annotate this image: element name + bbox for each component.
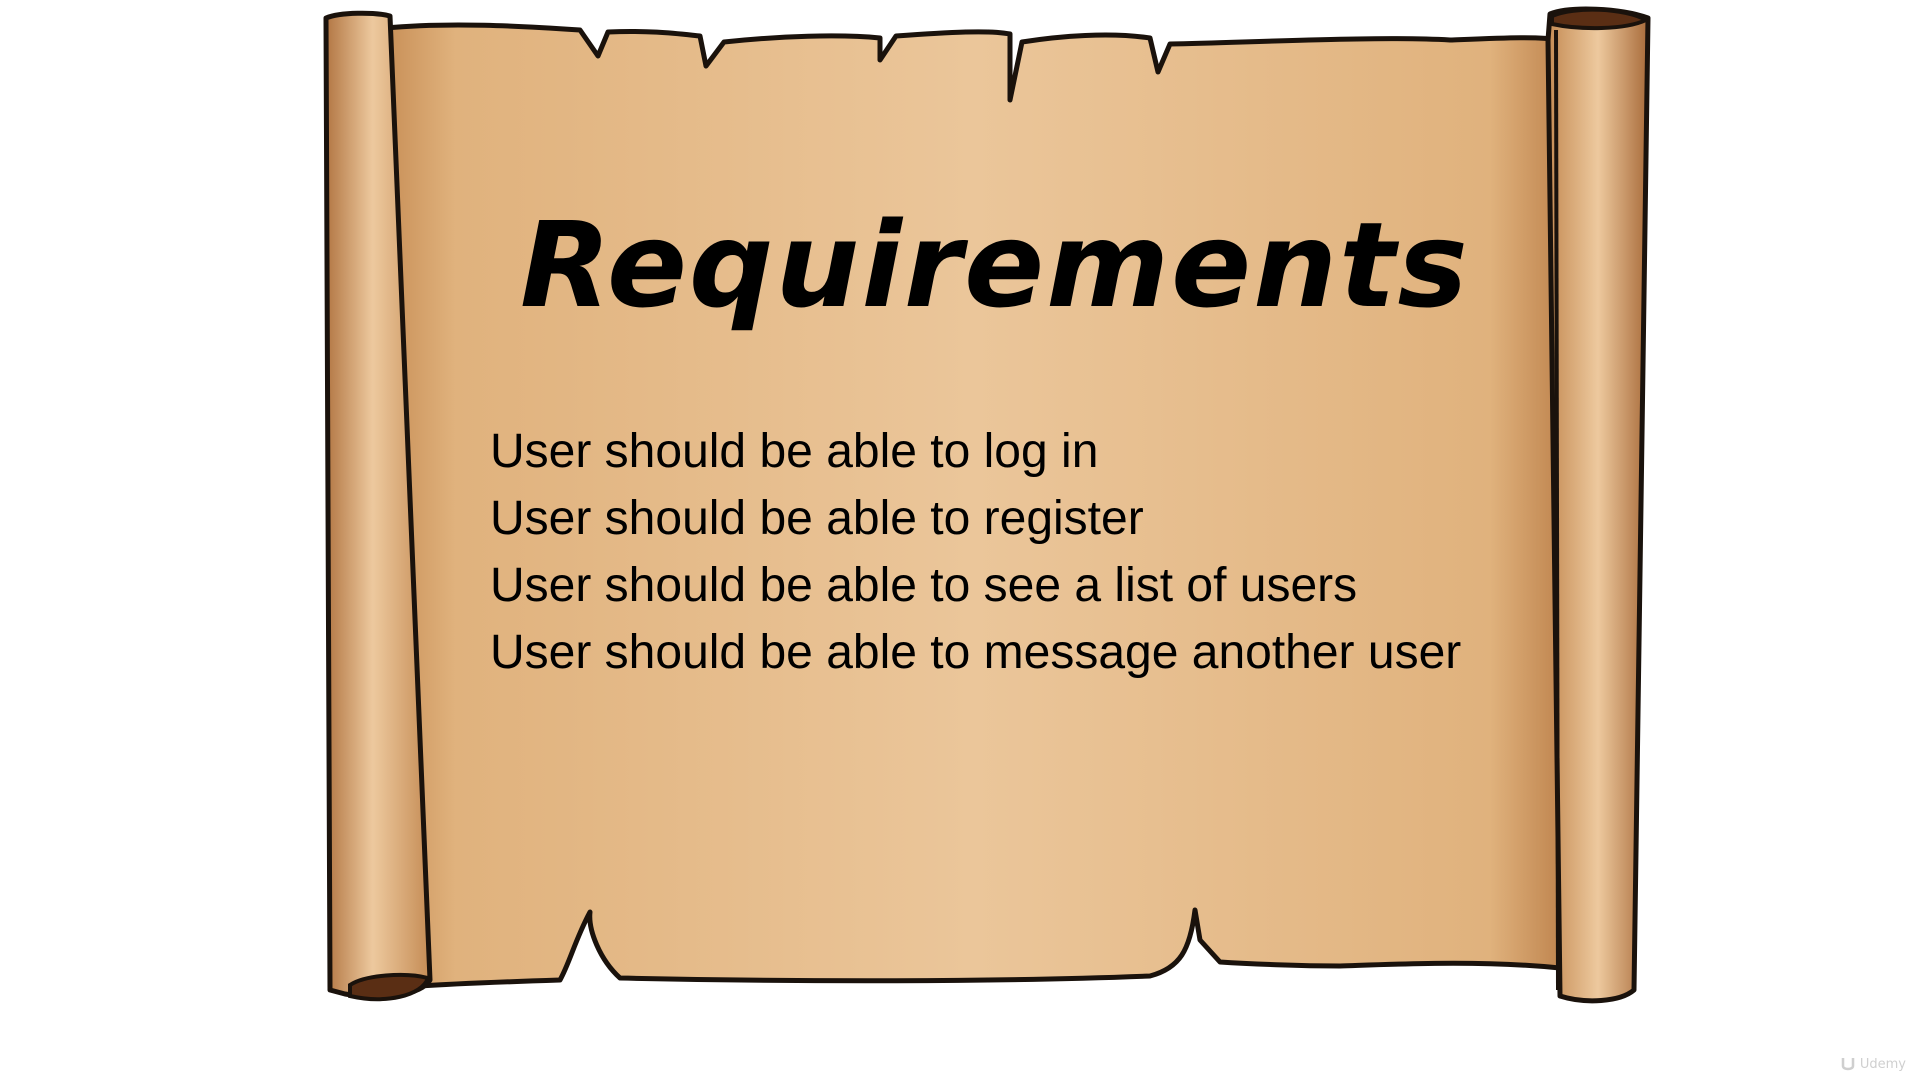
requirement-item: User should be able to see a list of use… (490, 559, 1358, 612)
requirement-item: User should be able to message another u… (490, 626, 1462, 679)
slide-title: Requirements (520, 196, 1470, 334)
udemy-logo-icon (1841, 1058, 1855, 1071)
right-roll (1545, 6, 1651, 1004)
udemy-watermark: Udemy (1840, 1056, 1906, 1072)
right-roll-top-shadow (1550, 7, 1651, 31)
watermark-text: Udemy (1859, 1056, 1906, 1072)
requirements-list: User should be able to log in User shoul… (490, 418, 1461, 686)
requirement-item: User should be able to log in (490, 425, 1099, 478)
requirement-item: User should be able to register (490, 492, 1144, 545)
left-roll-shadow (348, 972, 431, 1002)
slide: Requirements User should be able to log … (0, 0, 1920, 1080)
